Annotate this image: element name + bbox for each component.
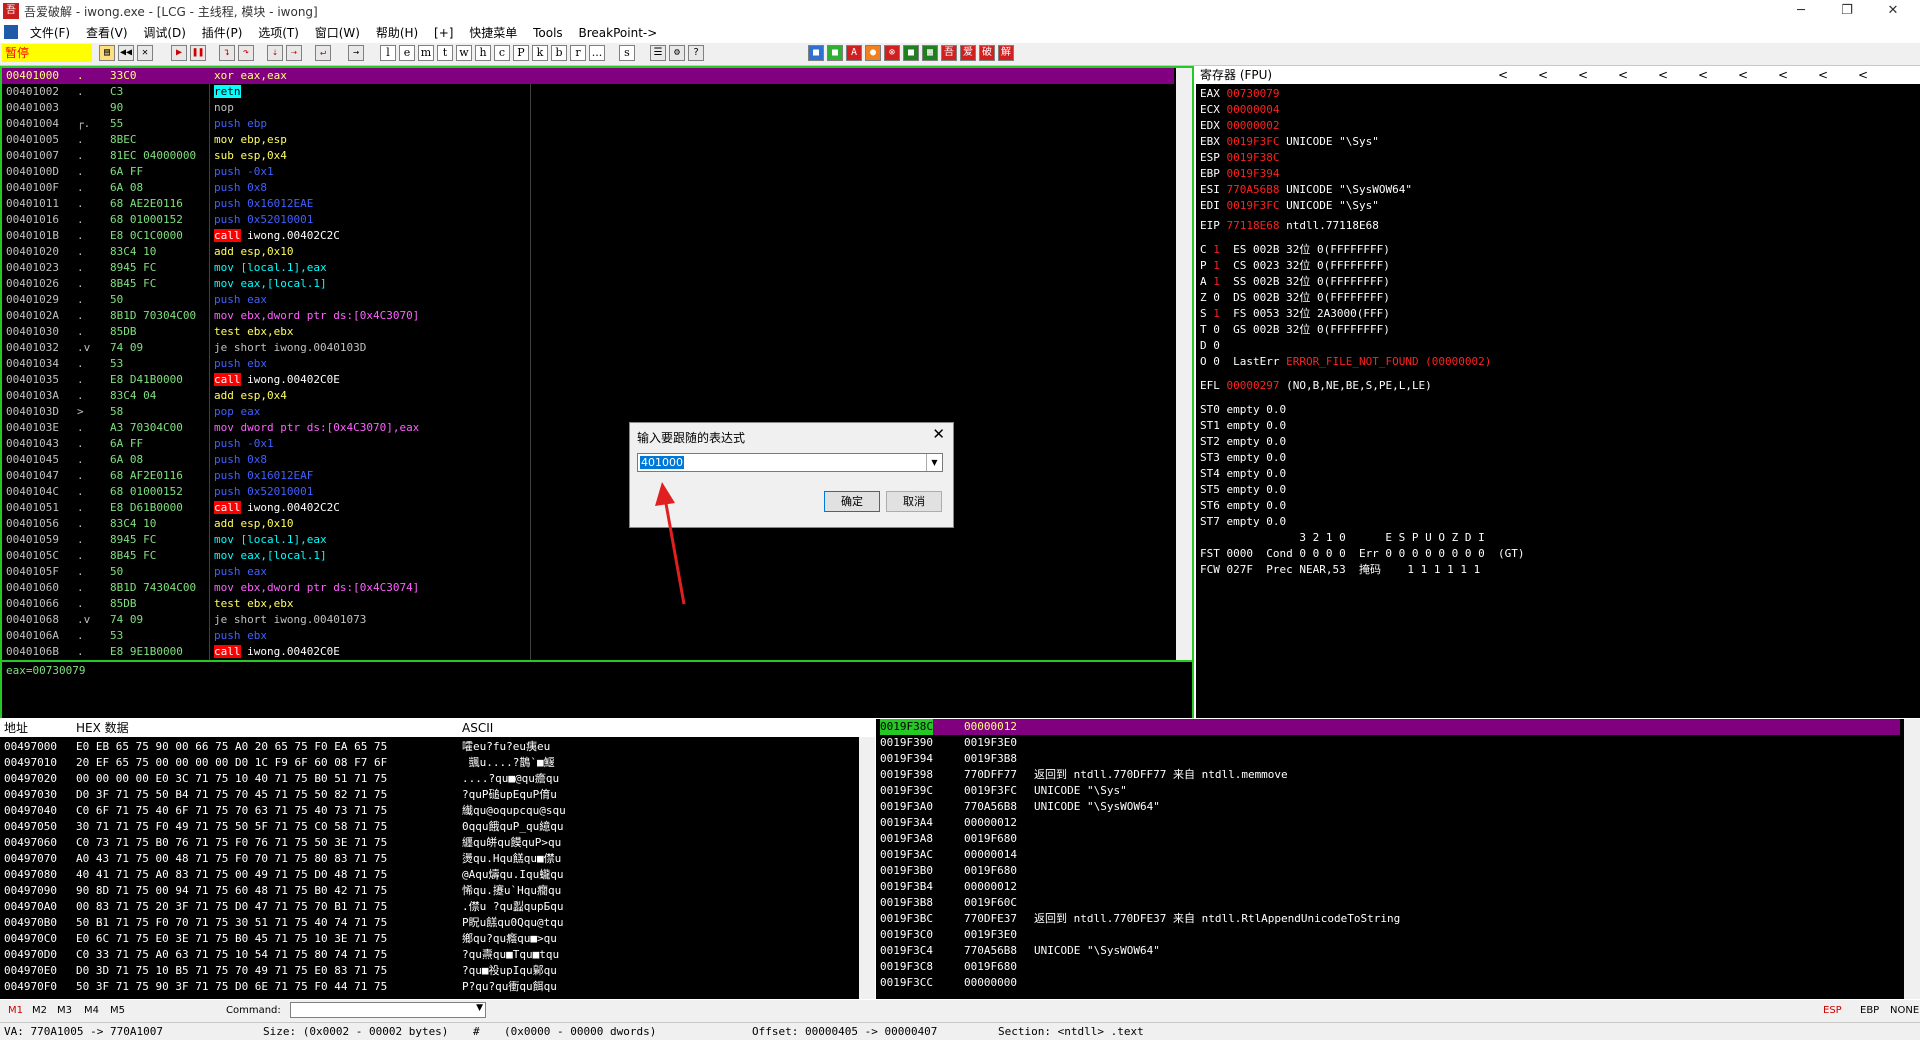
annotation-arrow-icon — [655, 482, 686, 605]
